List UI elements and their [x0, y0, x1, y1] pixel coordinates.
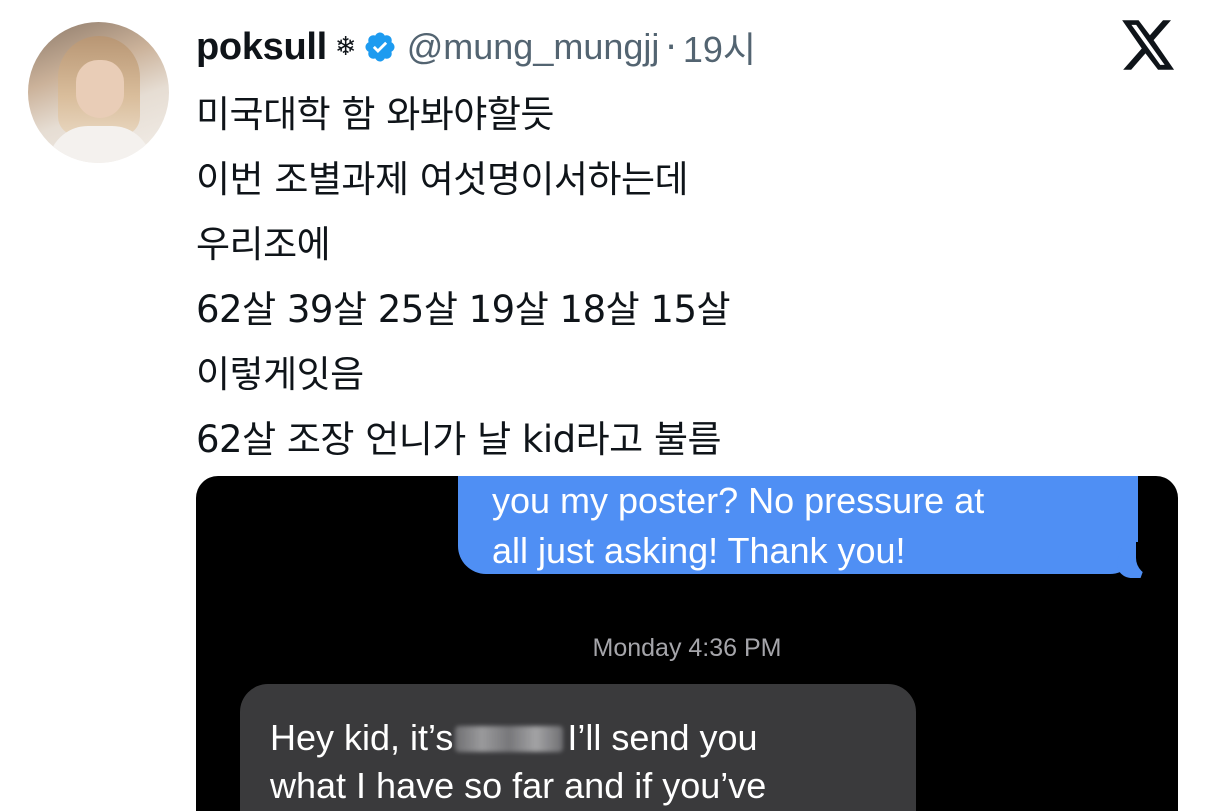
tweet-line: 이렇게잇음: [196, 353, 364, 396]
attached-screenshot[interactable]: you my poster? No pressure at all just a…: [196, 476, 1178, 811]
tweet-line: 우리조에: [196, 223, 331, 266]
tweet-line: 이번 조별과제 여섯명이서하는데: [196, 158, 689, 201]
tweet-line: 미국대학 함 와봐야할듯: [196, 93, 554, 136]
sent-message-line: you my poster? No pressure at: [492, 480, 985, 521]
blurred-name-redaction: [455, 726, 564, 752]
received-text: Hey kid, it’s: [270, 717, 454, 758]
user-handle[interactable]: @mung_mungjj: [407, 26, 660, 68]
tweet-line: 62살 39살 25살 19살 18살 15살: [196, 288, 731, 331]
avatar-face: [76, 60, 124, 118]
avatar[interactable]: [28, 22, 169, 163]
received-message-line: what I have so far and if you’ve: [270, 765, 767, 806]
received-text: I’ll send you: [567, 717, 758, 758]
snowflake-icon: ❄: [334, 32, 357, 62]
display-name[interactable]: poksull: [196, 26, 327, 69]
tweet-line: 62살 조장 언니가 날 kid라고 불름: [196, 418, 722, 461]
received-message-line: Hey kid, it’s I’ll send you: [270, 714, 916, 762]
sent-message-bubble: you my poster? No pressure at all just a…: [458, 476, 1162, 578]
post-time[interactable]: 19시: [683, 21, 756, 73]
tweet-text: 미국대학 함 와봐야할듯 이번 조별과제 여섯명이서하는데 우리조에 62살 3…: [196, 82, 731, 472]
sent-message-line: all just asking! Thank you!: [492, 530, 906, 571]
separator-dot: ·: [665, 26, 677, 68]
tweet-header: poksull ❄ @mung_mungjj · 19시: [196, 22, 756, 72]
verified-badge-icon[interactable]: [363, 30, 397, 64]
received-message-bubble: Hey kid, it’s I’ll send you what I have s…: [240, 684, 916, 811]
message-timestamp: Monday 4:36 PM: [592, 634, 782, 662]
x-logo-icon[interactable]: [1122, 20, 1176, 70]
avatar-shirt: [48, 126, 152, 163]
